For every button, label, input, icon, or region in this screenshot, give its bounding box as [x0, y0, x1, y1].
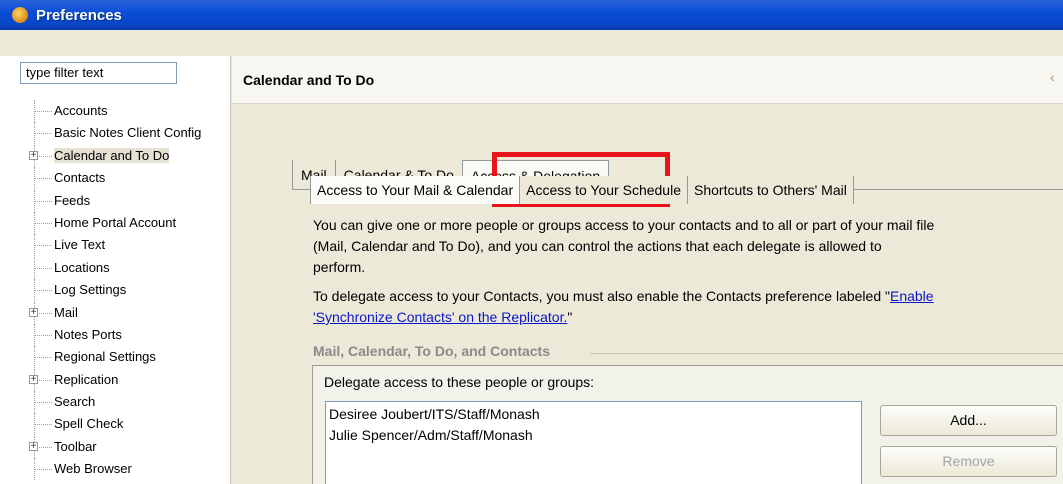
tree-item-label: Replication	[54, 371, 119, 387]
remove-button[interactable]: Remove	[880, 446, 1057, 477]
tree-item-log-settings[interactable]: Log Settings	[24, 279, 230, 302]
enable-sync-link[interactable]: Enable	[890, 288, 934, 304]
tree-connector	[34, 222, 52, 224]
tree-item-label: Calendar and To Do	[54, 147, 170, 163]
description-line-2: (Mail, Calendar and To Do), and you can …	[313, 238, 882, 254]
tree-item-label: Basic Notes Client Config	[54, 125, 202, 141]
tree-item-notes-ports[interactable]: Notes Ports	[24, 323, 230, 346]
tree-item-label: Log Settings	[54, 282, 127, 298]
contacts-note-suffix: "	[567, 309, 573, 325]
expand-icon[interactable]: +	[29, 150, 38, 160]
tree-item-spell-check[interactable]: Spell Check	[24, 413, 230, 436]
contacts-note-text: To delegate access to your Contacts, you…	[313, 288, 890, 304]
tree-item-contacts[interactable]: Contacts	[24, 167, 230, 190]
back-arrow-icon[interactable]: ‹	[1050, 69, 1055, 85]
tree-connector	[34, 111, 52, 112]
enable-sync-link-cont[interactable]: 'Synchronize Contacts' on the Replicator…	[313, 309, 567, 325]
title-bar: Preferences	[0, 0, 1063, 30]
tree-item-label: Locations	[54, 259, 110, 275]
delegate-list[interactable]: Desiree Joubert/ITS/Staff/Monash Julie S…	[325, 401, 862, 484]
list-item[interactable]: Desiree Joubert/ITS/Staff/Monash	[329, 404, 858, 425]
tree-item-web-browser[interactable]: Web Browser	[24, 458, 230, 481]
tree-item-label: Spell Check	[54, 416, 124, 432]
tree-item-accounts[interactable]: Accounts	[24, 100, 230, 122]
tree-item-feeds[interactable]: Feeds	[24, 189, 230, 212]
tree-connector	[34, 469, 52, 471]
tree-item-label: Web Browser	[54, 461, 132, 477]
tree-item-home-portal-account[interactable]: Home Portal Account	[24, 211, 230, 234]
tree-item-label: Regional Settings	[54, 349, 156, 365]
app-icon	[12, 7, 28, 23]
tree-connector	[34, 334, 52, 336]
tree-connector	[34, 133, 52, 135]
tree-connector	[34, 200, 52, 202]
tree-item-mail[interactable]: + Mail	[24, 301, 230, 324]
filter-input[interactable]: type filter text	[20, 62, 177, 84]
expand-icon[interactable]: +	[29, 374, 38, 384]
expand-icon[interactable]: +	[29, 441, 38, 451]
tree-connector	[34, 357, 52, 359]
tree-connector	[34, 290, 52, 292]
tree-connector	[34, 245, 52, 247]
tree-item-label: Mail	[54, 304, 78, 320]
tree-item-calendar-and-to-do[interactable]: + Calendar and To Do	[24, 144, 230, 167]
tree-connector	[34, 178, 52, 180]
contacts-note: To delegate access to your Contacts, you…	[313, 286, 1063, 307]
tree-connector	[34, 267, 52, 269]
subtab-access-mail-calendar[interactable]: Access to Your Mail & Calendar	[310, 176, 521, 204]
tree-item-regional-settings[interactable]: Regional Settings	[24, 346, 230, 369]
contacts-note-line-2: 'Synchronize Contacts' on the Replicator…	[313, 307, 1063, 328]
tree-item-label: Live Text	[54, 237, 106, 253]
tree-item-locations[interactable]: Locations	[24, 256, 230, 279]
preferences-tree: Accounts Basic Notes Client Config + Calend…	[24, 100, 230, 481]
tree-item-label: Accounts	[54, 103, 108, 118]
tree-item-label: Toolbar	[54, 438, 97, 454]
group-title: Mail, Calendar, To Do, and Contacts	[313, 343, 550, 359]
subtab-access-schedule[interactable]: Access to Your Schedule	[520, 176, 688, 204]
window-title: Preferences	[36, 6, 122, 24]
tree-item-search[interactable]: Search	[24, 391, 230, 414]
list-item[interactable]: Julie Spencer/Adm/Staff/Monash	[329, 425, 858, 446]
group-separator	[590, 353, 1063, 354]
tree-connector	[34, 424, 52, 426]
tree-item-label: Home Portal Account	[54, 214, 177, 230]
page-title: Calendar and To Do	[243, 72, 375, 88]
description-line-3: perform.	[313, 259, 366, 275]
expand-icon[interactable]: +	[29, 307, 38, 317]
sub-tabs: Access to Your Mail & Calendar Access to…	[310, 176, 854, 204]
delegate-label: Delegate access to these people or group…	[324, 374, 595, 390]
add-button[interactable]: Add...	[880, 405, 1057, 436]
tree-item-live-text[interactable]: Live Text	[24, 234, 230, 257]
tree-item-basic-notes-client-config[interactable]: Basic Notes Client Config	[24, 122, 230, 145]
tree-connector	[34, 402, 52, 404]
subtab-shortcuts-others-mail[interactable]: Shortcuts to Others' Mail	[688, 176, 854, 204]
tree-item-label: Contacts	[54, 170, 106, 186]
tree-item-label: Notes Ports	[54, 326, 122, 342]
description-line-1: You can give one or more people or group…	[313, 217, 935, 233]
tree-item-replication[interactable]: + Replication	[24, 368, 230, 391]
tree-item-toolbar[interactable]: + Toolbar	[24, 435, 230, 458]
tree-item-label: Search	[54, 394, 96, 410]
tree-item-label: Feeds	[54, 192, 91, 208]
